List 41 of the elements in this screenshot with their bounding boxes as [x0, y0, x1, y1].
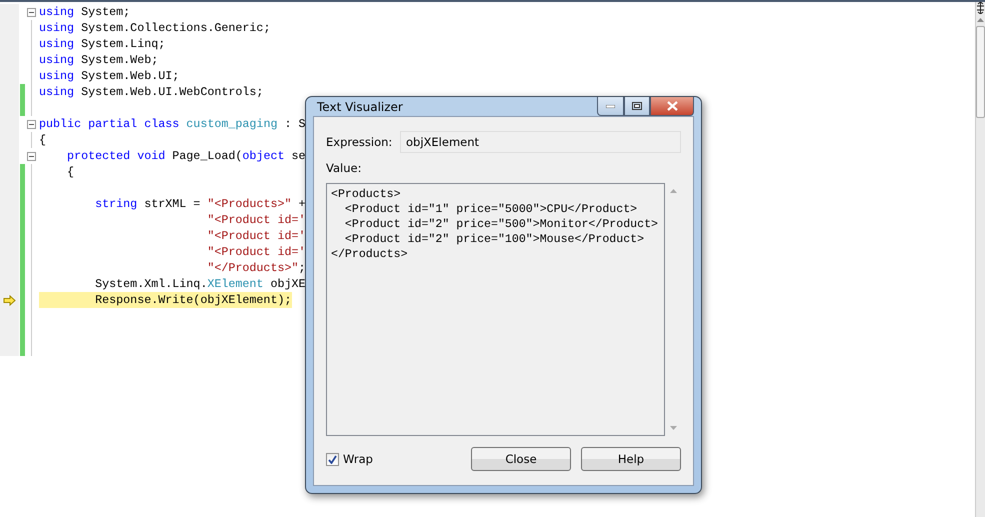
dialog-button[interactable]: Help: [581, 447, 681, 471]
minimize-button[interactable]: [597, 97, 624, 116]
code-line: System.Xml.Linq.XElement objXE: [94, 276, 306, 292]
field-label: Value:: [326, 161, 362, 175]
code-line: protected void Page_Load(object se: [66, 148, 306, 164]
window-title: Text Visualizer: [317, 100, 403, 114]
collapse-button[interactable]: [26, 120, 36, 128]
code-line: public partial class custom_paging : S: [39, 116, 306, 132]
code-line: using System;: [39, 4, 130, 20]
field-label: Expression:: [326, 135, 394, 149]
close-icon: [666, 101, 678, 111]
code-line: "<Product id=': [206, 244, 306, 260]
split-icon[interactable]: [976, 2, 985, 14]
scroll-thumb[interactable]: [976, 26, 985, 118]
code-line: "</Products>";: [206, 260, 306, 276]
code-line: using System.Web.UI;: [39, 68, 180, 84]
current-line-arrow-icon: [3, 294, 16, 306]
code-line: string strXML = "<Products>" +: [94, 196, 306, 212]
close-button[interactable]: [650, 97, 694, 116]
code-line: {: [39, 132, 46, 148]
code-line: using System.Web.UI.WebControls;: [39, 84, 264, 100]
wrap-checkbox[interactable]: [326, 452, 339, 466]
expression-field[interactable]: objXElement: [400, 131, 681, 153]
minimize-icon: [606, 104, 615, 108]
code-line: using System.Linq;: [39, 36, 166, 52]
collapse-button[interactable]: [26, 152, 36, 160]
maximize-button[interactable]: [624, 97, 650, 116]
code-line: "<Product id=': [206, 228, 306, 244]
indicator-margin: [0, 340, 19, 356]
scroll-up-icon[interactable]: [977, 18, 984, 22]
code-line: using System.Web;: [39, 52, 158, 68]
code-line: using System.Collections.Generic;: [39, 20, 270, 36]
maximize-icon: [632, 102, 642, 110]
checkbox-label: Wrap: [343, 452, 373, 466]
collapse-button[interactable]: [26, 8, 36, 16]
code-line: "<Product id=': [206, 212, 306, 228]
dialog-button[interactable]: Close: [471, 447, 571, 471]
value-text-area[interactable]: <Products> <Product id="1" price="5000">CPU</Product> <Product id="2" price="500">Monitor</Product> <Product id="2" price="100">Mouse</Product> </Products>: [326, 183, 665, 436]
scrollbar[interactable]: [975, 2, 985, 517]
code-line: {: [66, 164, 74, 180]
check-icon: [328, 454, 337, 464]
